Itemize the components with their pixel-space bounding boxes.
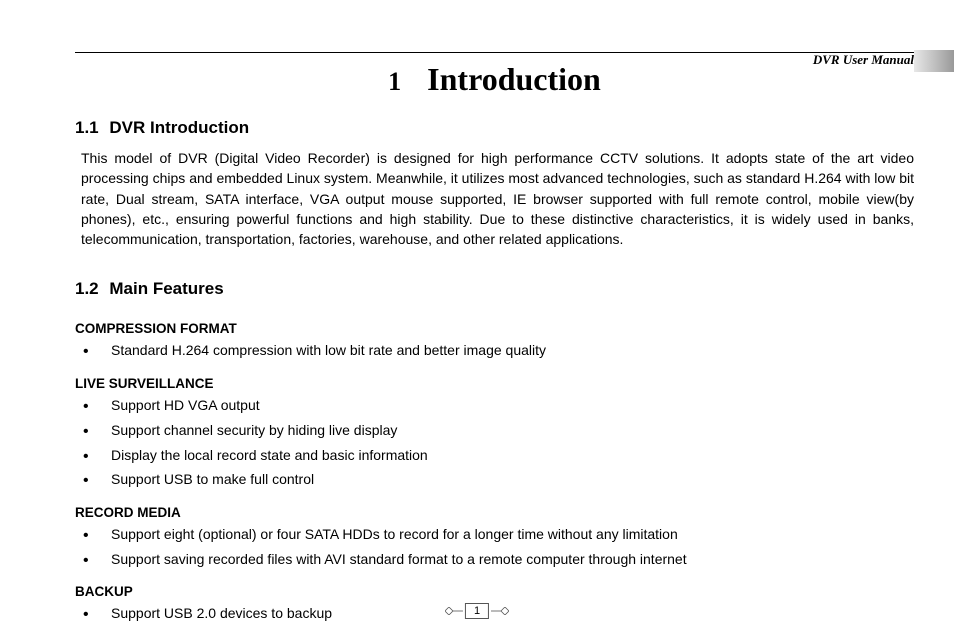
feature-heading-live: LIVE SURVEILLANCE bbox=[75, 376, 914, 391]
feature-list-compression: Standard H.264 compression with low bit … bbox=[75, 340, 914, 362]
list-item: Support eight (optional) or four SATA HD… bbox=[79, 524, 914, 546]
section-2-number: 1.2 bbox=[75, 279, 99, 298]
manual-title: DVR User Manual bbox=[813, 52, 914, 68]
page-number: 1 bbox=[465, 603, 489, 619]
list-item: Standard H.264 compression with low bit … bbox=[79, 340, 914, 362]
list-item: Support HD VGA output bbox=[79, 395, 914, 417]
feature-list-live: Support HD VGA output Support channel se… bbox=[75, 395, 914, 491]
footer-deco-right-icon bbox=[491, 607, 509, 615]
page-footer: 1 bbox=[445, 603, 509, 619]
header-gradient bbox=[914, 50, 954, 72]
feature-block-compression: COMPRESSION FORMAT Standard H.264 compre… bbox=[75, 321, 914, 362]
feature-heading-backup: BACKUP bbox=[75, 584, 914, 599]
page-header: DVR User Manual bbox=[75, 52, 914, 53]
chapter-number: 1 bbox=[388, 67, 401, 96]
feature-block-record: RECORD MEDIA Support eight (optional) or… bbox=[75, 505, 914, 570]
list-item: Display the local record state and basic… bbox=[79, 445, 914, 467]
list-item: Support channel security by hiding live … bbox=[79, 420, 914, 442]
feature-heading-record: RECORD MEDIA bbox=[75, 505, 914, 520]
list-item: Support saving recorded files with AVI s… bbox=[79, 549, 914, 571]
section-1-number: 1.1 bbox=[75, 118, 99, 137]
feature-heading-compression: COMPRESSION FORMAT bbox=[75, 321, 914, 336]
section-1-heading: 1.1 DVR Introduction bbox=[75, 118, 914, 138]
chapter-name: Introduction bbox=[427, 61, 601, 97]
footer-deco-left-icon bbox=[445, 607, 463, 615]
chapter-title: 1 Introduction bbox=[75, 61, 914, 98]
section-2-title: Main Features bbox=[109, 279, 223, 298]
section-2-heading: 1.2 Main Features bbox=[75, 279, 914, 299]
section-1-body: This model of DVR (Digital Video Recorde… bbox=[75, 148, 914, 249]
feature-block-live: LIVE SURVEILLANCE Support HD VGA output … bbox=[75, 376, 914, 491]
list-item: Support USB to make full control bbox=[79, 469, 914, 491]
header-rule bbox=[75, 52, 914, 53]
feature-list-record: Support eight (optional) or four SATA HD… bbox=[75, 524, 914, 570]
section-1-title: DVR Introduction bbox=[109, 118, 249, 137]
